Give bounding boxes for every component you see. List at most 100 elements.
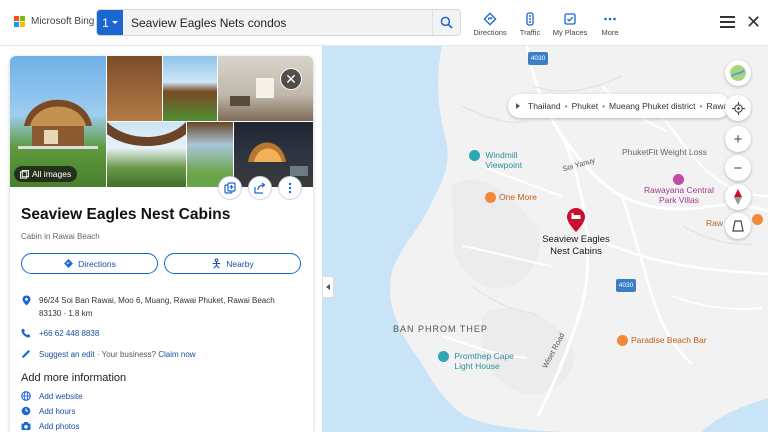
photo-tile[interactable] [234, 122, 313, 187]
vertical-more-icon [288, 182, 292, 194]
tool-label: Traffic [519, 28, 541, 37]
result-count-dropdown[interactable]: 1 [97, 10, 123, 35]
globe-icon [21, 391, 31, 401]
poi-promthep-cape[interactable]: Promthep Cape Light House [438, 351, 514, 371]
map-controls: + − [724, 60, 752, 239]
search-input[interactable] [123, 10, 432, 35]
photo-tile[interactable] [107, 56, 162, 121]
zoom-out-button[interactable]: − [725, 155, 751, 181]
tool-more[interactable]: More [590, 12, 630, 37]
selected-pin-icon[interactable] [566, 207, 586, 233]
restaurant-icon [617, 335, 628, 347]
address-line: 83130 · 1.8 km [39, 309, 93, 318]
tilt-button[interactable] [725, 213, 751, 239]
tool-label: My Places [552, 28, 588, 37]
tool-directions[interactable]: Directions [470, 12, 510, 37]
map-style-button[interactable] [725, 60, 751, 86]
top-bar: Microsoft Bing 1 Directions Traffic My P… [0, 0, 768, 46]
poi-rawayana[interactable]: Rawayana Central Park Villas [644, 174, 714, 205]
add-photos-link[interactable]: Add photos [39, 420, 79, 432]
poi-raw-label: Raw [706, 218, 724, 228]
poi-one-more[interactable]: One More [485, 192, 537, 204]
address-row: 96/24 Soi Ban Rawai, Moo 6, Muang, Rawai… [21, 294, 306, 320]
photo-tile[interactable] [218, 56, 313, 121]
poi-label: Rawayana Central Park Villas [644, 185, 714, 205]
edit-row: Suggest an edit · Your business? Claim n… [21, 348, 196, 361]
tool-my-places[interactable]: My Places [550, 12, 590, 37]
my-places-icon [564, 13, 576, 25]
caret-down-icon [111, 21, 118, 24]
pin-label-line: Seaview Eagles [542, 234, 610, 245]
plus-icon: + [733, 130, 743, 148]
tool-traffic[interactable]: Traffic [510, 12, 550, 37]
place-info-panel: All images ✕ Seaview Eagles Nest Cabins … [10, 56, 313, 432]
place-category: Cabin in Rawai Beach [21, 232, 100, 241]
tool-label: More [601, 28, 619, 37]
phone-link[interactable]: +66 62 448 8838 [39, 327, 99, 340]
location-breadcrumb[interactable]: Thailand • Phuket • Mueang Phuket district… [508, 94, 730, 118]
photo-collage[interactable]: All images ✕ [10, 56, 313, 187]
search-button[interactable] [432, 10, 460, 35]
map-canvas[interactable]: 4030 4030 Thailand • Phuket • Mueang Phuke… [322, 46, 768, 432]
claim-now-link[interactable]: Claim now [158, 350, 195, 359]
compass-icon [734, 189, 742, 205]
add-hours-row[interactable]: Add hours [21, 405, 75, 418]
toolbar: Directions Traffic My Places More [470, 12, 630, 37]
address-line: 96/24 Soi Ban Rawai, Moo 6, Muang, Rawai… [39, 296, 275, 305]
collapse-panel-button[interactable] [322, 276, 334, 298]
tilt-icon [732, 220, 744, 232]
locate-me-button[interactable] [725, 95, 751, 121]
poi-raw[interactable] [752, 214, 766, 226]
share-button[interactable] [248, 176, 272, 200]
clock-icon [21, 406, 31, 416]
compass-button[interactable] [725, 184, 751, 210]
zoom-in-button[interactable]: + [725, 126, 751, 152]
view-photo [107, 122, 186, 146]
poi-phuketfit[interactable]: PhuketFit Weight Loss [622, 147, 707, 157]
more-options-button[interactable] [278, 176, 302, 200]
directions-icon [483, 12, 497, 26]
photo-tile[interactable] [107, 122, 186, 187]
breadcrumb-item[interactable]: Phuket [572, 101, 598, 111]
expand-arrow-icon [516, 103, 520, 109]
hamburger-menu-icon[interactable] [720, 16, 735, 28]
nearby-button[interactable]: Nearby [164, 253, 301, 274]
images-icon [20, 169, 29, 179]
save-icon [224, 182, 236, 194]
directions-button[interactable]: Directions [21, 253, 158, 274]
poi-label: PhuketFit Weight Loss [622, 147, 707, 157]
hotel-icon [673, 174, 685, 185]
restaurant-icon [752, 214, 763, 226]
close-icon[interactable]: ✕ [746, 13, 761, 31]
phone-icon [21, 328, 31, 338]
all-images-button[interactable]: All images [14, 166, 78, 182]
add-website-row[interactable]: Add website [21, 390, 83, 403]
breadcrumb-item[interactable]: Mueang Phuket district [609, 101, 695, 111]
photo-tile[interactable] [163, 56, 217, 121]
night-cabin-photo [248, 142, 308, 176]
chevron-left-icon [326, 284, 330, 290]
breadcrumb-item[interactable]: Thailand [528, 101, 561, 111]
add-hours-link[interactable]: Add hours [39, 405, 75, 418]
close-panel-icon[interactable]: ✕ [280, 68, 302, 90]
poi-label: One More [499, 192, 537, 202]
poi-label: Windmill Viewpoint [485, 150, 523, 170]
bing-logo[interactable]: Microsoft Bing [14, 16, 94, 27]
suggest-edit-link[interactable]: Suggest an edit [39, 350, 95, 359]
directions-label: Directions [78, 258, 116, 269]
restaurant-icon [485, 192, 496, 204]
result-count: 1 [102, 15, 109, 30]
minus-icon: − [733, 159, 743, 177]
add-photos-row[interactable]: Add photos [21, 420, 79, 432]
poi-label: Paradise Beach Bar [631, 335, 707, 345]
interior-photo [230, 78, 274, 106]
nearby-label: Nearby [226, 258, 254, 269]
save-button[interactable] [218, 176, 242, 200]
road-shield: 4030 [528, 52, 548, 65]
poi-paradise-beach-bar[interactable]: Paradise Beach Bar [617, 335, 707, 347]
poi-windmill-viewpoint[interactable]: Windmill Viewpoint [469, 150, 522, 170]
traffic-icon [526, 12, 534, 26]
search-bar: 1 [96, 9, 461, 36]
add-website-link[interactable]: Add website [39, 390, 83, 403]
share-icon [254, 182, 266, 194]
